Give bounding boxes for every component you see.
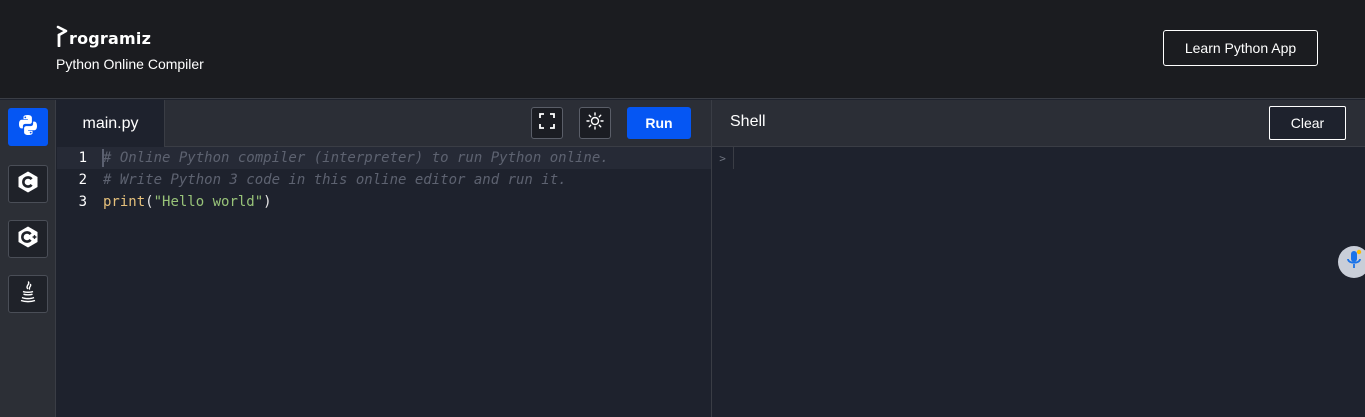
page-subtitle: Python Online Compiler xyxy=(56,56,204,72)
c-icon xyxy=(16,170,40,199)
language-cpp-button[interactable] xyxy=(8,220,48,258)
code-statement: print("Hello world") xyxy=(103,194,272,210)
code-paren-open: ( xyxy=(145,194,154,210)
sun-icon xyxy=(586,111,604,135)
code-comment: # Write Python 3 code in this online edi… xyxy=(103,172,567,188)
fullscreen-icon xyxy=(538,112,556,135)
shell-toolbar: Shell Clear xyxy=(712,100,1365,147)
shell-output[interactable]: > xyxy=(712,147,1365,417)
language-python-button[interactable] xyxy=(8,108,48,146)
code-paren-close: ) xyxy=(263,194,272,210)
code-function: print xyxy=(103,194,146,210)
programiz-logo[interactable]: rogramiz xyxy=(56,24,151,48)
theme-toggle-button[interactable] xyxy=(579,107,611,139)
tab-main-py[interactable]: main.py xyxy=(57,100,165,147)
code-line[interactable]: 1 # Online Python compiler (interpreter)… xyxy=(57,147,711,169)
code-line[interactable]: 3 print("Hello world") xyxy=(57,191,711,213)
line-number: 2 xyxy=(78,172,87,188)
logo-text: rogramiz xyxy=(69,28,152,48)
language-c-button[interactable] xyxy=(8,165,48,203)
microphone-icon xyxy=(1345,249,1363,276)
top-header: rogramiz Python Online Compiler Learn Py… xyxy=(0,0,1365,99)
code-string: "Hello world" xyxy=(153,194,264,210)
shell-prompt: > xyxy=(712,147,734,169)
fullscreen-button[interactable] xyxy=(531,107,563,139)
python-icon xyxy=(16,113,40,142)
line-number: 1 xyxy=(78,150,87,166)
java-icon xyxy=(16,280,40,309)
code-comment: # Online Python compiler (interpreter) t… xyxy=(103,150,609,166)
learn-python-app-button[interactable]: Learn Python App xyxy=(1163,30,1318,66)
shell-title: Shell xyxy=(730,113,766,130)
voice-input-button[interactable] xyxy=(1338,246,1365,278)
clear-button[interactable]: Clear xyxy=(1269,106,1346,140)
cpp-icon xyxy=(16,225,40,254)
editor-toolbar: main.py Run xyxy=(57,100,711,147)
programiz-logo-mark-icon xyxy=(56,25,69,48)
language-sidebar xyxy=(0,100,56,417)
code-editor[interactable]: 1 # Online Python compiler (interpreter)… xyxy=(57,147,711,417)
line-number: 3 xyxy=(78,194,87,210)
code-line[interactable]: 2 # Write Python 3 code in this online e… xyxy=(57,169,711,191)
language-java-button[interactable] xyxy=(8,275,48,313)
run-button[interactable]: Run xyxy=(627,107,691,139)
